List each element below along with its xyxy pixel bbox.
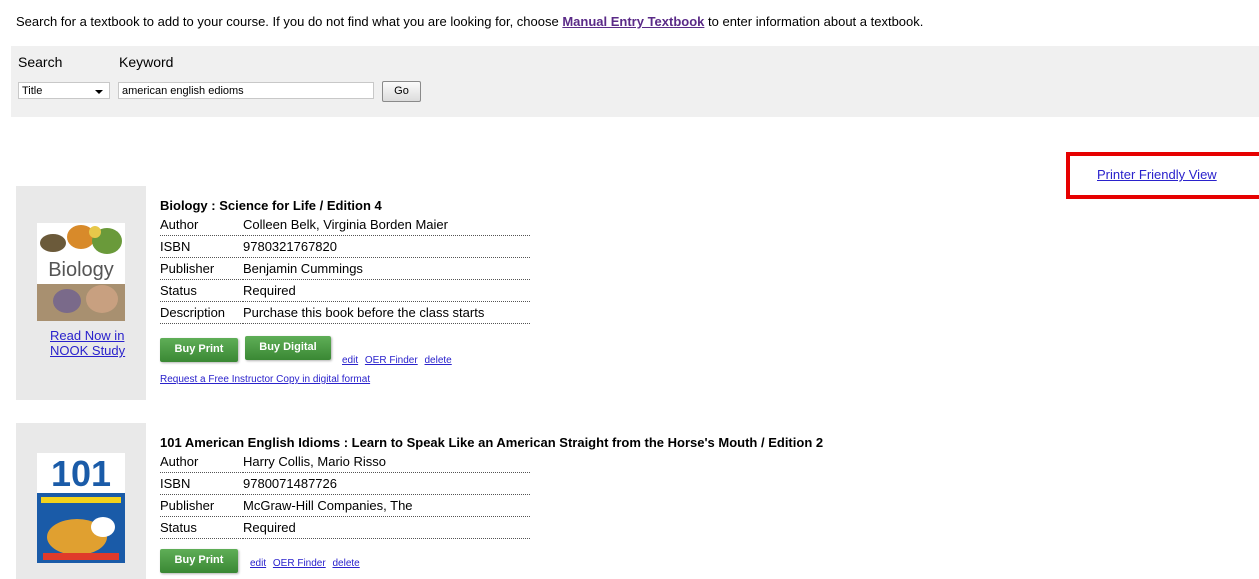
field-label: Author xyxy=(160,451,243,473)
field-value: Required xyxy=(243,279,530,302)
cover-title: Biology xyxy=(48,259,114,281)
table-row: Description Purchase this book before the… xyxy=(160,301,530,324)
buy-print-button[interactable]: Buy Print xyxy=(160,338,238,362)
cover-title: 101 xyxy=(50,453,112,494)
table-row: ISBN 9780071487726 xyxy=(160,472,530,495)
intro-text: Search for a textbook to add to your cou… xyxy=(16,14,923,29)
chevron-down-icon xyxy=(95,90,103,94)
book-actions: edit OER Finder delete xyxy=(250,558,364,569)
search-type-value: Title xyxy=(22,85,43,97)
field-label: Description xyxy=(160,301,243,324)
field-value: Purchase this book before the class star… xyxy=(243,301,530,324)
book-thumbnail-panel: Biology Read Now in NOOK Study xyxy=(16,186,146,400)
field-label: Status xyxy=(160,279,243,302)
book-cover-image[interactable]: Biology xyxy=(37,223,125,321)
table-row: ISBN 9780321767820 xyxy=(160,235,530,258)
book-title: Biology : Science for Life / Edition 4 xyxy=(160,198,382,213)
field-value: 9780071487726 xyxy=(243,472,530,495)
table-row: Publisher McGraw-Hill Companies, The xyxy=(160,494,530,517)
field-label: Publisher xyxy=(160,494,243,517)
table-row: Author Colleen Belk, Virginia Borden Maie… xyxy=(160,214,530,236)
table-row: Status Required xyxy=(160,516,530,539)
manual-entry-link[interactable]: Manual Entry Textbook xyxy=(562,14,704,29)
delete-link[interactable]: delete xyxy=(424,355,451,366)
delete-link[interactable]: delete xyxy=(332,558,359,569)
book-details-table: Author Harry Collis, Mario Risso ISBN 9780… xyxy=(160,451,530,539)
table-row: Publisher Benjamin Cummings xyxy=(160,257,530,280)
nook-line-1: Read Now in xyxy=(50,328,125,343)
field-value: 9780321767820 xyxy=(243,235,530,258)
oer-finder-link[interactable]: OER Finder xyxy=(273,558,326,569)
buy-print-button[interactable]: Buy Print xyxy=(160,549,238,573)
table-row: Author Harry Collis, Mario Risso xyxy=(160,451,530,473)
field-label: Status xyxy=(160,516,243,539)
keyword-input[interactable] xyxy=(118,82,374,99)
field-label: ISBN xyxy=(160,472,243,495)
book-title: 101 American English Idioms : Learn to S… xyxy=(160,435,824,450)
field-label: ISBN xyxy=(160,235,243,258)
book-thumbnail-panel: 101 xyxy=(16,423,146,579)
book-actions: edit OER Finder delete xyxy=(342,355,456,366)
buy-digital-button[interactable]: Buy Digital xyxy=(245,336,331,360)
table-row: Status Required xyxy=(160,279,530,302)
search-label: Search xyxy=(18,54,63,70)
book-cover-image[interactable]: 101 xyxy=(37,453,125,563)
oer-finder-link[interactable]: OER Finder xyxy=(365,355,418,366)
field-label: Publisher xyxy=(160,257,243,280)
field-value: Benjamin Cummings xyxy=(243,257,530,280)
field-value: Required xyxy=(243,516,530,539)
field-label: Author xyxy=(160,214,243,236)
free-instructor-copy-link[interactable]: Request a Free Instructor Copy in digita… xyxy=(160,374,370,385)
field-value: Colleen Belk, Virginia Borden Maier xyxy=(243,214,530,236)
printer-friendly-link[interactable]: Printer Friendly View xyxy=(1097,167,1217,182)
nook-line-2: NOOK Study xyxy=(50,343,126,358)
edit-link[interactable]: edit xyxy=(342,355,358,366)
book-details-table: Author Colleen Belk, Virginia Borden Maie… xyxy=(160,214,530,324)
intro-text-after: to enter information about a textbook. xyxy=(704,14,924,29)
search-type-select[interactable]: Title xyxy=(18,82,110,99)
search-bar: Search Keyword Title Go xyxy=(11,46,1259,117)
read-now-nook-link[interactable]: Read Now in NOOK Study xyxy=(50,328,125,358)
edit-link[interactable]: edit xyxy=(250,558,266,569)
field-value: McGraw-Hill Companies, The xyxy=(243,494,530,517)
go-button[interactable]: Go xyxy=(382,81,421,102)
field-value: Harry Collis, Mario Risso xyxy=(243,451,530,473)
keyword-label: Keyword xyxy=(119,54,174,70)
intro-text-before: Search for a textbook to add to your cou… xyxy=(16,14,563,29)
